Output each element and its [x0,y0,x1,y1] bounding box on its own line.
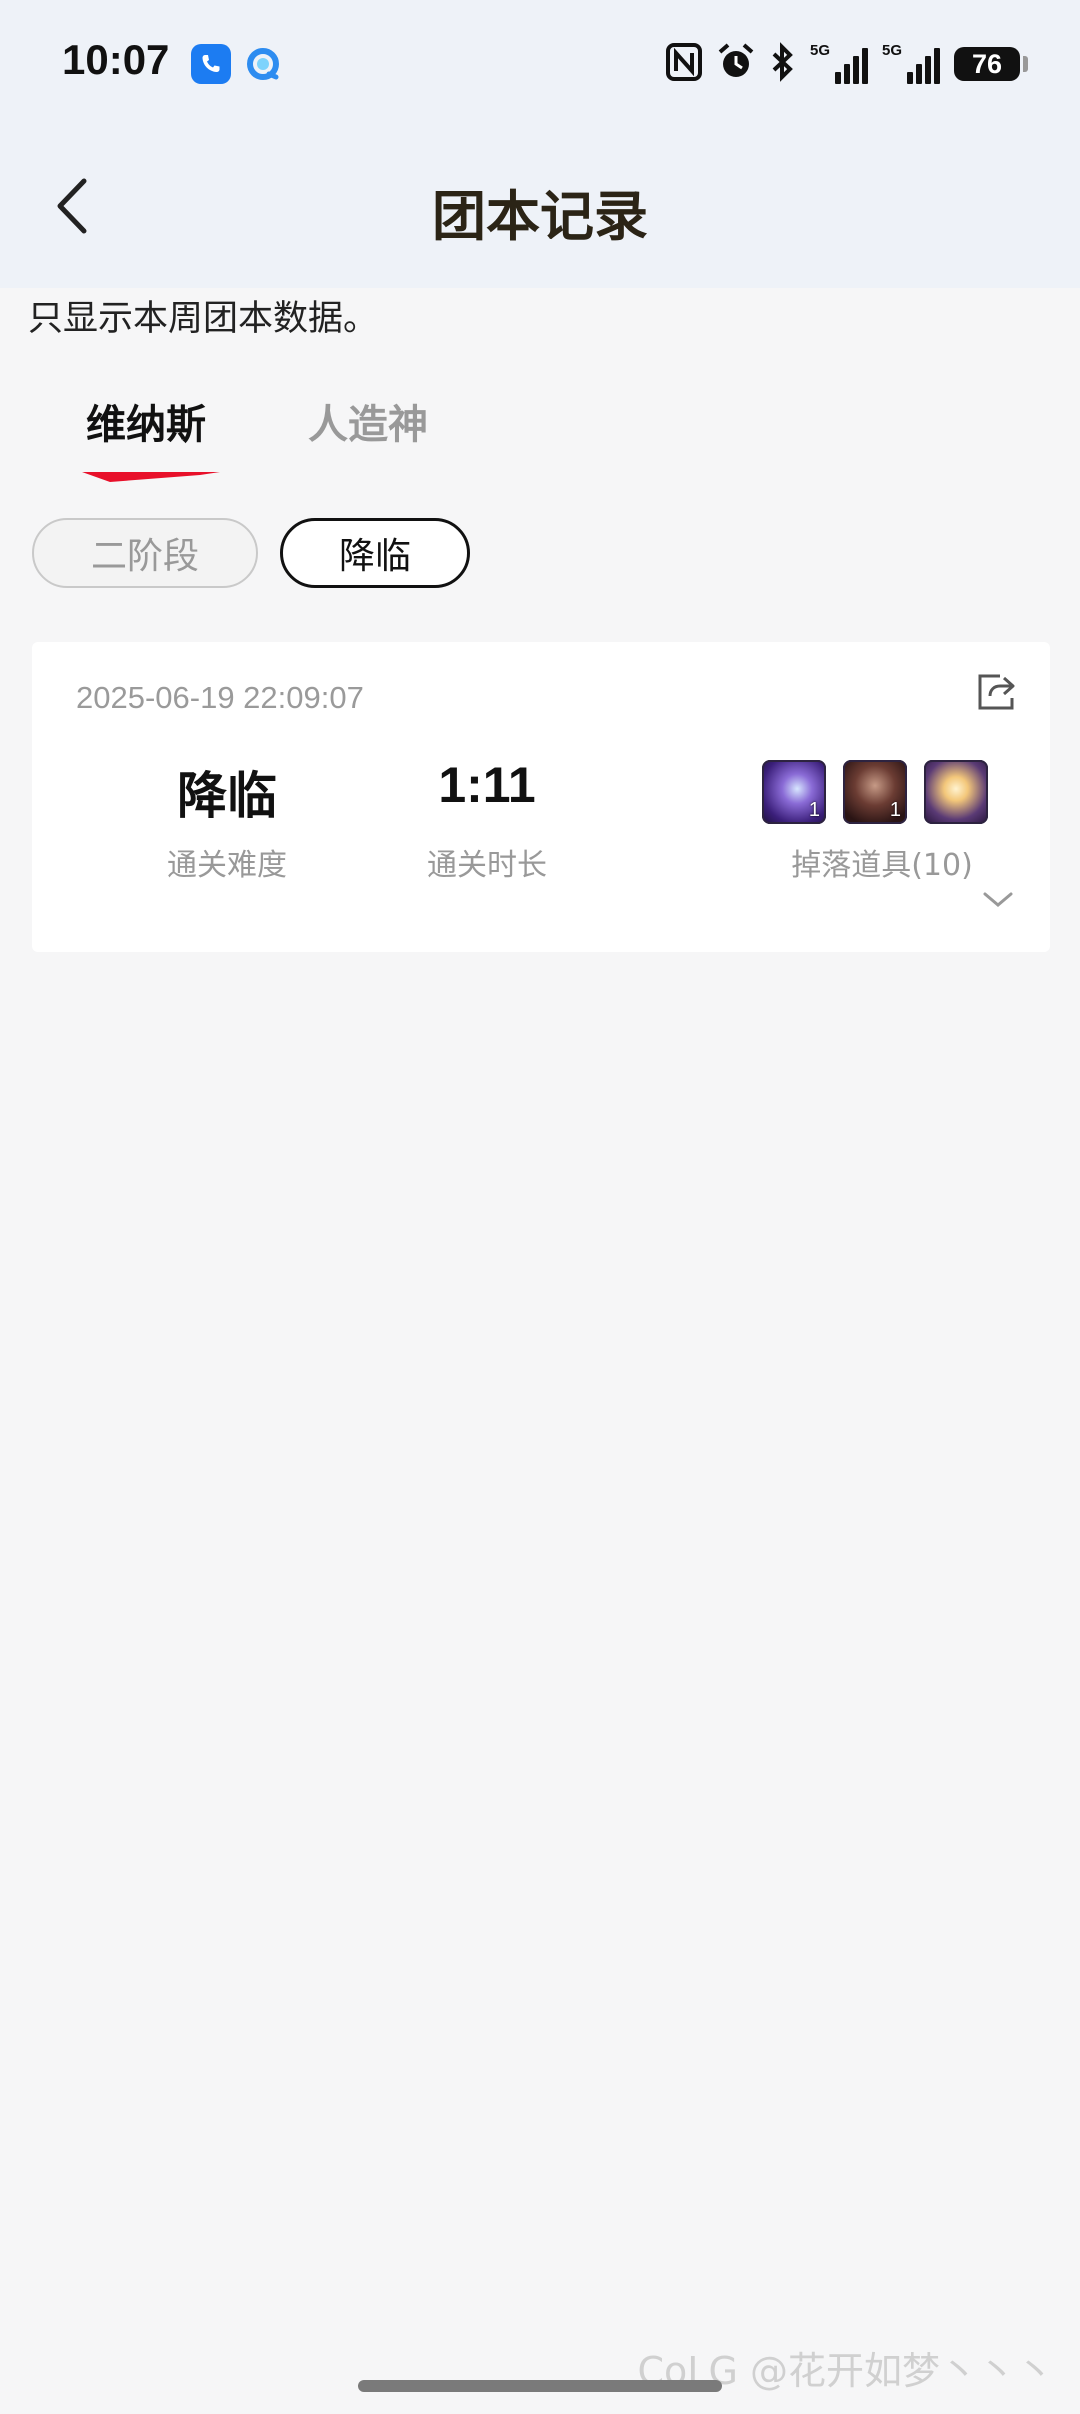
drop-item-icon[interactable] [924,760,988,824]
duration-value: 1:11 [438,757,536,813]
browser-icon [243,44,283,84]
drops-label: 掉落道具(10) [791,848,973,883]
alarm-icon [716,42,756,86]
weekly-notice: 只显示本周团本数据。 [28,299,379,339]
bluetooth-icon [770,42,796,86]
drop-item-qty: 1 [808,799,820,821]
phase-chip-stage-two[interactable]: 二阶段 [32,518,258,588]
status-indicators: 5G 5G 76 [652,40,1028,88]
difficulty-value: 降临 [177,767,277,825]
duration-label: 通关时长 [427,848,547,883]
active-tab-indicator [82,472,220,482]
home-indicator[interactable] [358,2380,722,2392]
drop-item-icon[interactable]: 1 [762,760,826,824]
record-timestamp: 2025-06-19 22:09:07 [76,680,364,715]
signal-5g-icon: 5G [882,42,940,84]
tab-artificial-god[interactable]: 人造神 [308,392,428,450]
battery-indicator: 76 [954,47,1028,81]
tab-venus[interactable]: 维纳斯 [86,392,206,450]
status-time: 10:07 [62,36,170,83]
signal-5g-icon: 5G [810,42,868,84]
drop-item-icon[interactable]: 1 [843,760,907,824]
difficulty-label: 通关难度 [167,848,287,883]
raid-record-card: 2025-06-19 22:09:07 降临 通关难度 1:11 通关时长 1 … [32,642,1050,952]
phone-icon [191,44,231,84]
drop-items[interactable]: 1 1 [762,760,1005,824]
page-title: 团本记录 [432,185,648,248]
nfc-icon [666,43,702,85]
drop-item-qty: 1 [889,799,901,821]
phase-chip-descent[interactable]: 降临 [280,518,470,588]
share-icon[interactable] [974,670,1018,714]
chevron-down-icon[interactable] [982,890,1014,910]
